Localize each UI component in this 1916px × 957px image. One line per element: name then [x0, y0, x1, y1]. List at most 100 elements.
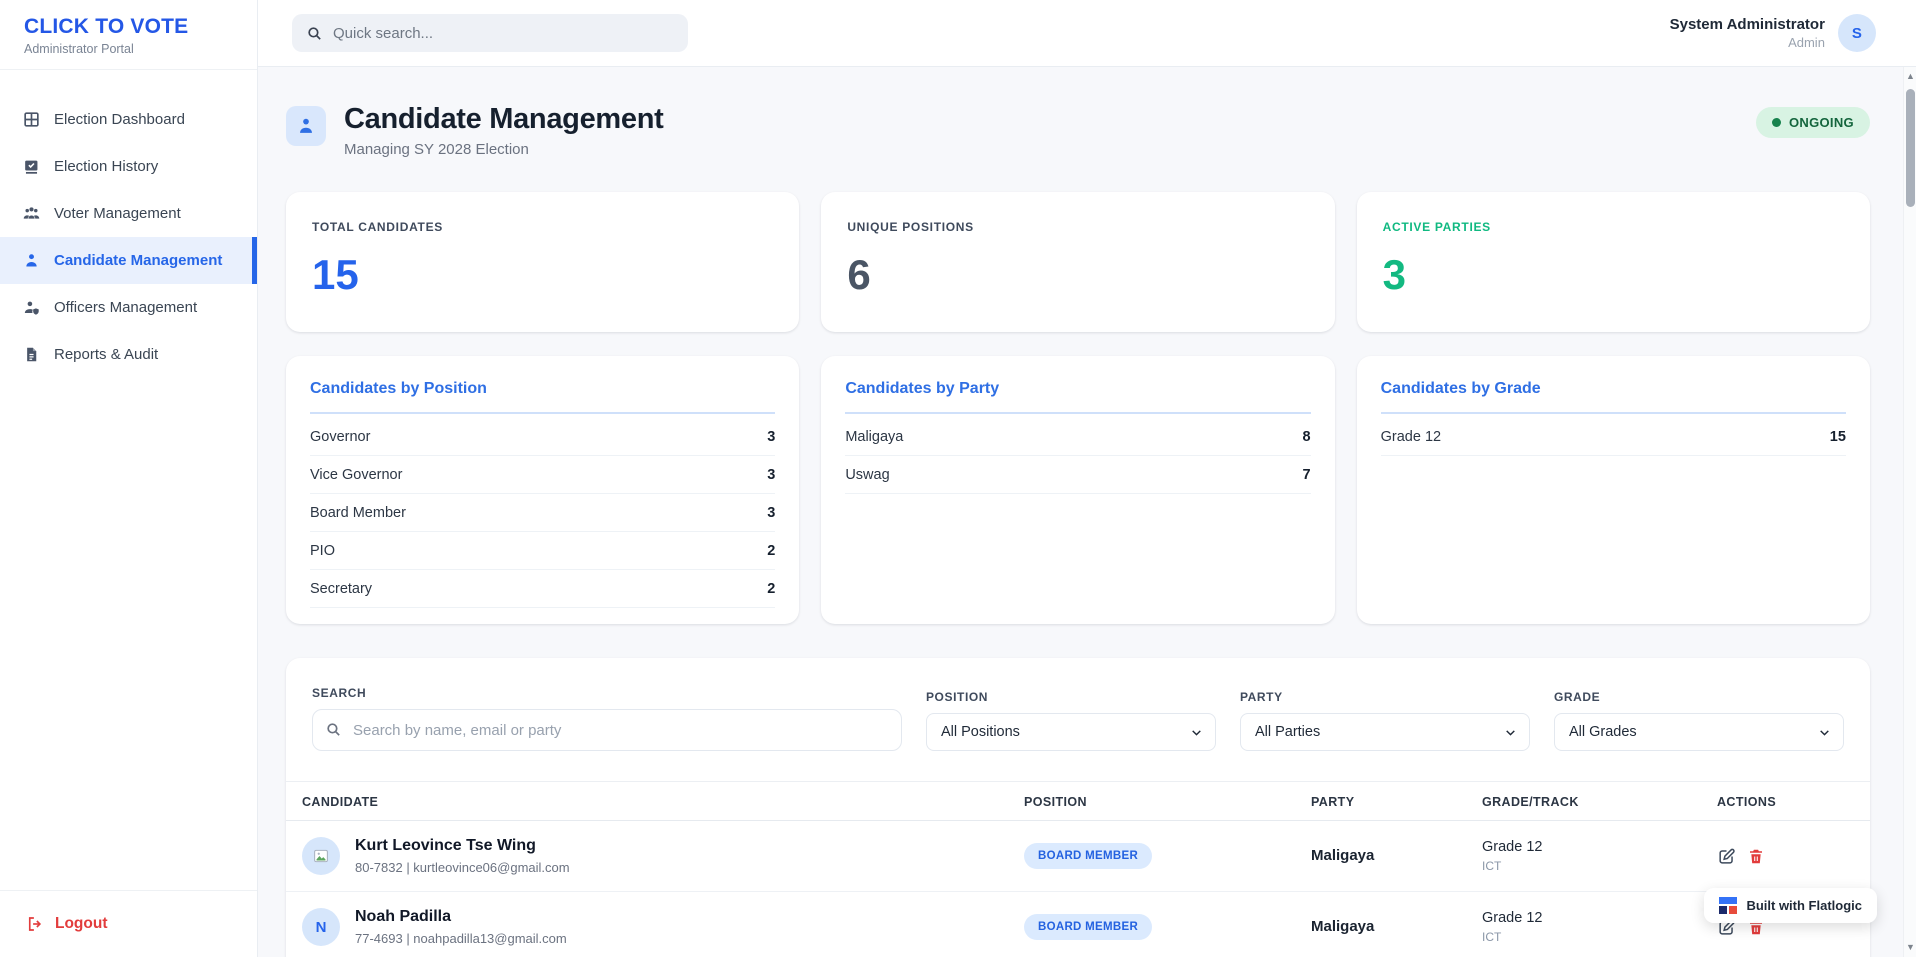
- breakdown-label: Maligaya: [845, 429, 903, 445]
- brand-subtitle: Administrator Portal: [24, 42, 233, 56]
- status-label: ONGOING: [1789, 115, 1854, 130]
- candidates-table: CANDIDATE POSITION PARTY GRADE/TRACK ACT…: [286, 781, 1870, 957]
- topbar: System Administrator Admin S: [258, 0, 1916, 67]
- column-header-position: POSITION: [1008, 782, 1295, 821]
- sidebar-item-election-dashboard[interactable]: Election Dashboard: [0, 96, 257, 143]
- sidebar-item-label: Officers Management: [54, 299, 197, 316]
- stats-row: TOTAL CANDIDATES 15 UNIQUE POSITIONS 6 A…: [286, 192, 1870, 332]
- sidebar-item-candidate-management[interactable]: Candidate Management: [0, 237, 257, 284]
- stat-card-active-parties: ACTIVE PARTIES 3: [1357, 192, 1870, 332]
- track-value: ICT: [1482, 930, 1685, 944]
- broken-image-icon: [312, 847, 330, 865]
- page-title: Candidate Management: [344, 103, 664, 136]
- stat-card-unique-positions: UNIQUE POSITIONS 6: [821, 192, 1334, 332]
- breakdown-title: Candidates by Party: [845, 380, 1310, 414]
- built-with-flatlogic-badge[interactable]: Built with Flatlogic: [1704, 888, 1877, 923]
- quick-search-input[interactable]: [333, 25, 674, 42]
- candidate-contact: 77-4693 | noahpadilla13@gmail.com: [355, 931, 567, 946]
- breakdown-label: PIO: [310, 543, 335, 559]
- brand-title: CLICK TO VOTE: [24, 15, 233, 39]
- quick-search: [292, 14, 688, 52]
- edit-icon[interactable]: [1717, 847, 1736, 866]
- breakdown-label: Board Member: [310, 505, 406, 521]
- position-badge: BOARD MEMBER: [1024, 843, 1152, 869]
- breakdown-label: Vice Governor: [310, 467, 402, 483]
- sidebar-item-label: Election Dashboard: [54, 111, 185, 128]
- vertical-scrollbar[interactable]: ▲ ▼: [1903, 67, 1916, 957]
- breakdown-item: Uswag 7: [845, 456, 1310, 494]
- candidate-search-input[interactable]: [312, 709, 902, 751]
- sidebar-item-officers-management[interactable]: Officers Management: [0, 284, 257, 331]
- sidebar: CLICK TO VOTE Administrator Portal Elect…: [0, 0, 258, 957]
- filters: SEARCH POSITION All Positions: [286, 658, 1870, 781]
- sidebar-nav: Election Dashboard Election History Vote…: [0, 70, 257, 890]
- candidate-cell: Kurt Leovince Tse Wing 80-7832 | kurtleo…: [302, 837, 992, 875]
- breakdown-by-party: Candidates by Party Maligaya 8 Uswag 7: [821, 356, 1334, 624]
- sidebar-item-label: Election History: [54, 158, 158, 175]
- logout-icon: [26, 915, 44, 933]
- candidate-cell: N Noah Padilla 77-4693 | noahpadilla13@g…: [302, 908, 992, 946]
- breakdown-value: 8: [1303, 429, 1311, 445]
- stat-card-total-candidates: TOTAL CANDIDATES 15: [286, 192, 799, 332]
- column-header-party: PARTY: [1295, 782, 1466, 821]
- scroll-up-arrow-icon[interactable]: ▲: [1906, 72, 1915, 81]
- filter-label: SEARCH: [312, 686, 902, 700]
- select-value: All Grades: [1569, 724, 1637, 740]
- candidate-name: Noah Padilla: [355, 908, 567, 926]
- chevron-down-icon: [1504, 726, 1517, 739]
- filter-search: SEARCH: [312, 686, 902, 751]
- page-header: Candidate Management Managing SY 2028 El…: [286, 103, 1870, 158]
- candidate-text: Kurt Leovince Tse Wing 80-7832 | kurtleo…: [355, 837, 570, 875]
- party-value: Maligaya: [1311, 918, 1374, 935]
- grade-value: Grade 12: [1482, 910, 1685, 926]
- grid-icon: [22, 110, 41, 129]
- candidate-text: Noah Padilla 77-4693 | noahpadilla13@gma…: [355, 908, 567, 946]
- sidebar-item-label: Reports & Audit: [54, 346, 158, 363]
- select-value: All Positions: [941, 724, 1020, 740]
- breakdown-list: Governor 3 Vice Governor 3 Board Member …: [286, 414, 799, 608]
- user-avatar[interactable]: S: [1838, 14, 1876, 52]
- logout-button[interactable]: Logout: [26, 915, 231, 933]
- table-row: N Noah Padilla 77-4693 | noahpadilla13@g…: [286, 892, 1870, 957]
- user-name: System Administrator: [1670, 16, 1825, 33]
- breakdown-by-grade: Candidates by Grade Grade 12 15: [1357, 356, 1870, 624]
- sidebar-item-voter-management[interactable]: Voter Management: [0, 190, 257, 237]
- filter-label: POSITION: [926, 690, 1216, 704]
- breakdown-item: PIO 2: [310, 532, 775, 570]
- breakdown-item: Vice Governor 3: [310, 456, 775, 494]
- chevron-down-icon: [1818, 726, 1831, 739]
- breakdown-value: 2: [767, 581, 775, 597]
- scroll-down-arrow-icon[interactable]: ▼: [1906, 943, 1915, 952]
- sidebar-item-election-history[interactable]: Election History: [0, 143, 257, 190]
- search-icon: [325, 721, 342, 738]
- table-header-row: CANDIDATE POSITION PARTY GRADE/TRACK ACT…: [286, 782, 1870, 821]
- sidebar-item-label: Candidate Management: [54, 252, 222, 269]
- column-header-actions: ACTIONS: [1701, 782, 1870, 821]
- scrollbar-thumb[interactable]: [1906, 89, 1915, 207]
- grade-select[interactable]: All Grades: [1554, 713, 1844, 751]
- sidebar-item-reports-audit[interactable]: Reports & Audit: [0, 331, 257, 378]
- delete-icon[interactable]: [1747, 847, 1765, 866]
- page-content: Candidate Management Managing SY 2028 El…: [258, 67, 1916, 957]
- breakdown-label: Grade 12: [1381, 429, 1441, 445]
- breakdown-title: Candidates by Grade: [1381, 380, 1846, 414]
- status-badge: ONGOING: [1756, 107, 1870, 138]
- filter-position: POSITION All Positions: [926, 690, 1216, 751]
- user-info: System Administrator Admin: [1670, 16, 1825, 50]
- party-select[interactable]: All Parties: [1240, 713, 1530, 751]
- breakdown-item: Maligaya 8: [845, 418, 1310, 456]
- position-select[interactable]: All Positions: [926, 713, 1216, 751]
- avatar: N: [302, 908, 340, 946]
- filter-party: PARTY All Parties: [1240, 690, 1530, 751]
- topbar-user: System Administrator Admin S: [1670, 14, 1876, 52]
- candidate-search: [312, 709, 902, 751]
- breakdown-value: 3: [767, 429, 775, 445]
- sidebar-item-label: Voter Management: [54, 205, 181, 222]
- table-row: Kurt Leovince Tse Wing 80-7832 | kurtleo…: [286, 821, 1870, 892]
- row-actions: [1717, 847, 1854, 866]
- breakdown-list: Grade 12 15: [1357, 414, 1870, 456]
- flatlogic-logo-icon: [1719, 897, 1737, 914]
- filter-grade: GRADE All Grades: [1554, 690, 1844, 751]
- breakdown-value: 3: [767, 467, 775, 483]
- page-subtitle: Managing SY 2028 Election: [344, 141, 664, 158]
